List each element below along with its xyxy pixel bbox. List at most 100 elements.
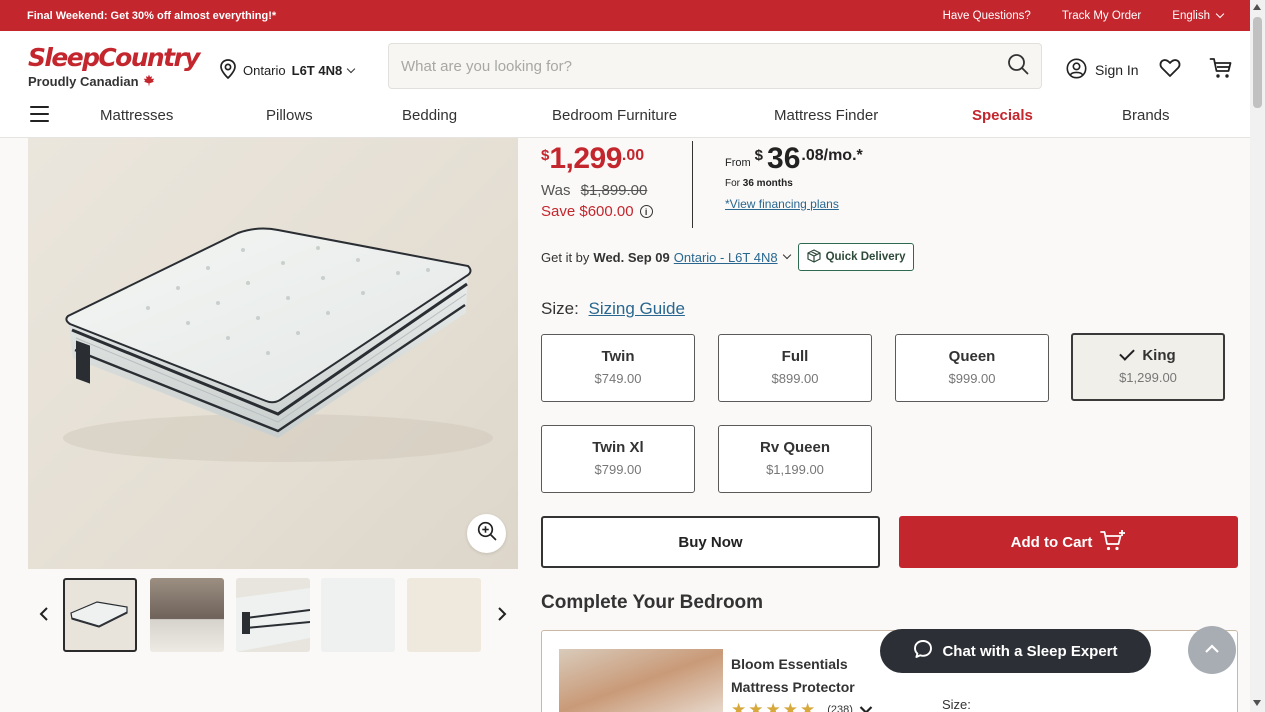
size-header: Size: Sizing Guide	[541, 299, 685, 319]
nav-item-bedding[interactable]: Bedding	[402, 107, 457, 124]
finance-rest: .08/mo.*	[801, 147, 863, 164]
nav-item-specials[interactable]: Specials	[972, 107, 1033, 124]
delivery-location-link[interactable]: Ontario - L6T 4N8	[674, 250, 778, 265]
recommended-size-label: Size:	[942, 697, 971, 712]
nav-item-bedroom-furniture[interactable]: Bedroom Furniture	[552, 107, 677, 124]
size-option-name: Rv Queen	[759, 439, 831, 456]
thumbnail-prev-chevron-left-icon[interactable]	[32, 602, 56, 626]
scroll-up-arrow-icon[interactable]	[1253, 4, 1261, 10]
scroll-down-arrow-icon[interactable]	[1253, 700, 1261, 706]
finance-currency: $	[754, 147, 764, 164]
thumbnail-5[interactable]	[407, 578, 481, 652]
sale-price: $ 1,299 .00	[541, 142, 653, 176]
delivery-date: Wed. Sep 09	[593, 249, 670, 265]
was-label: Was	[541, 182, 571, 199]
size-option-full[interactable]: Full $899.00	[718, 334, 872, 402]
chevron-down-icon[interactable]	[782, 250, 791, 260]
savings-row: Save $600.00 i	[541, 203, 653, 220]
chevron-up-icon	[1204, 641, 1220, 659]
savings-amount: Save $600.00	[541, 203, 634, 220]
search-icon[interactable]	[1007, 53, 1029, 80]
back-to-top-button[interactable]	[1188, 626, 1236, 674]
chat-with-expert-button[interactable]: Chat with a Sleep Expert	[880, 629, 1151, 673]
language-label: English	[1172, 9, 1210, 22]
promo-text[interactable]: Final Weekend: Get 30% off almost everyt…	[27, 10, 276, 22]
chevron-down-icon	[1215, 9, 1225, 18]
tagline-text: Proudly Canadian	[28, 74, 139, 89]
thumbnail-next-chevron-right-icon[interactable]	[490, 602, 514, 626]
chevron-down-icon[interactable]	[859, 705, 873, 712]
size-option-king[interactable]: King $1,299.00	[1071, 333, 1225, 401]
complete-bedroom-title: Complete Your Bedroom	[541, 592, 764, 613]
page-scrollbar[interactable]	[1250, 0, 1265, 712]
logo-wordmark: SleepCountry	[28, 43, 200, 72]
review-count[interactable]: (238)	[827, 704, 853, 712]
size-option-price: $799.00	[594, 462, 642, 477]
product-main-image[interactable]	[28, 138, 518, 569]
location-pin-icon	[219, 59, 237, 82]
size-option-twin-xl[interactable]: Twin Xl $799.00	[541, 425, 695, 493]
size-option-price: $1,299.00	[1119, 370, 1177, 385]
box-icon	[806, 248, 821, 266]
size-option-rv-queen[interactable]: Rv Queen $1,199.00	[718, 425, 872, 493]
thumbnail-2[interactable]	[150, 578, 224, 652]
chat-bubble-icon	[913, 639, 933, 663]
recommended-product-image[interactable]	[559, 649, 723, 712]
zoom-in-icon	[477, 521, 497, 546]
buy-now-button[interactable]: Buy Now	[541, 516, 880, 568]
add-to-cart-button[interactable]: Add to Cart	[899, 516, 1238, 568]
rating-stars: ★★★★★ (238)	[731, 700, 873, 712]
price-cents: .00	[621, 147, 645, 164]
thumbnail-1[interactable]	[63, 578, 137, 652]
sleep-country-logo[interactable]: SleepCountry Proudly Canadian	[28, 43, 200, 89]
size-option-name: Full	[781, 348, 809, 365]
size-option-name: Queen	[948, 348, 996, 365]
logo-tagline: Proudly Canadian	[28, 74, 199, 89]
chat-label: Chat with a Sleep Expert	[942, 642, 1118, 660]
nav-item-pillows[interactable]: Pillows	[266, 107, 313, 124]
price-currency: $	[541, 147, 550, 164]
finance-for: For	[725, 178, 740, 189]
quick-delivery-label: Quick Delivery	[825, 251, 906, 263]
cart-plus-icon	[1100, 529, 1126, 555]
thumbnail-carousel	[28, 578, 518, 654]
add-to-cart-label: Add to Cart	[1010, 533, 1093, 551]
location-selector[interactable]: Ontario L6T 4N8	[219, 59, 356, 82]
nav-item-mattress-finder[interactable]: Mattress Finder	[774, 107, 878, 124]
track-order-link[interactable]: Track My Order	[1062, 10, 1141, 22]
have-questions-link[interactable]: Have Questions?	[943, 10, 1031, 22]
sizing-guide-link[interactable]: Sizing Guide	[589, 299, 685, 318]
menu-hamburger-icon[interactable]	[30, 106, 49, 127]
zoom-button[interactable]	[467, 514, 506, 553]
thumbnail-3[interactable]	[236, 578, 310, 652]
scroll-thumb[interactable]	[1253, 17, 1262, 108]
size-option-price: $1,199.00	[766, 462, 824, 477]
cart-icon[interactable]	[1209, 57, 1233, 82]
recommended-product-name[interactable]: Bloom Essentials Mattress Protector	[731, 653, 901, 699]
finance-months: 36 months	[742, 178, 793, 189]
search-bar	[388, 43, 1042, 89]
chevron-down-icon	[346, 64, 356, 73]
view-financing-link[interactable]: *View financing plans	[725, 197, 839, 211]
size-option-name-row: King	[1073, 344, 1223, 364]
was-price: $1,899.00	[580, 182, 648, 199]
product-page: Final Weekend: Get 30% off almost everyt…	[0, 0, 1265, 712]
sign-in-link[interactable]: Sign In	[1095, 62, 1139, 78]
wishlist-heart-icon[interactable]	[1159, 58, 1181, 81]
nav-item-brands[interactable]: Brands	[1122, 107, 1170, 124]
maple-leaf-icon	[143, 74, 155, 89]
star-icon: ★★★★★	[731, 700, 818, 712]
size-option-name: Twin	[601, 348, 635, 365]
size-option-queen[interactable]: Queen $999.00	[895, 334, 1049, 402]
language-select[interactable]: English	[1172, 9, 1225, 22]
account-icon[interactable]	[1066, 58, 1087, 82]
thumbnail-4[interactable]	[321, 578, 395, 652]
checkmark-icon	[1119, 344, 1136, 361]
delivery-prefix: Get it by	[541, 249, 590, 265]
location-region: Ontario	[243, 63, 286, 78]
nav-item-mattresses[interactable]: Mattresses	[100, 107, 173, 124]
size-option-twin[interactable]: Twin $749.00	[541, 334, 695, 402]
info-icon[interactable]: i	[639, 205, 653, 218]
main-nav: Mattresses Pillows Bedding Bedroom Furni…	[0, 101, 1250, 131]
search-input[interactable]	[401, 57, 1007, 75]
